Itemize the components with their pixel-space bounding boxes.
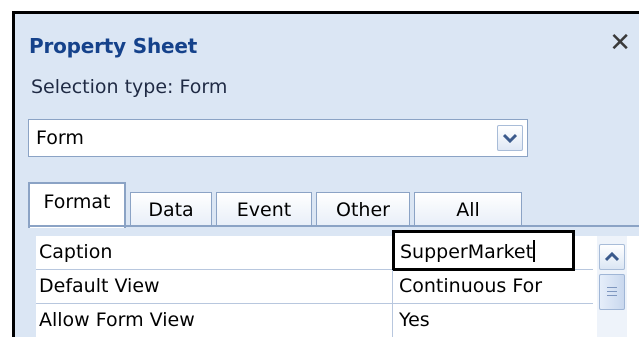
scroll-up-arrow-icon[interactable] — [599, 244, 625, 270]
tab-all-label: All — [456, 199, 480, 221]
tab-data[interactable]: Data — [130, 192, 212, 227]
object-selector-value: Form — [36, 127, 84, 149]
property-tabs: Format Data Event Other All — [28, 180, 639, 230]
tab-format-label: Format — [43, 191, 111, 213]
tab-event-label: Event — [236, 199, 292, 221]
property-value[interactable]: Continuous For — [393, 270, 593, 303]
caption-value-input[interactable]: SupperMarket — [392, 230, 575, 271]
vertical-scrollbar[interactable] — [597, 236, 627, 337]
object-selector-combo[interactable]: Form — [28, 119, 528, 157]
close-icon[interactable]: ✕ — [609, 30, 631, 56]
property-name: Allow Form View — [36, 304, 393, 337]
property-name: Caption — [36, 236, 393, 269]
pane-title: Property Sheet — [29, 34, 198, 58]
property-row-default-view[interactable]: Default View Continuous For — [36, 270, 593, 304]
property-value[interactable]: Yes — [393, 304, 593, 337]
property-sheet-pane: Property Sheet ✕ Selection type: Form Fo… — [12, 11, 639, 337]
text-cursor — [533, 240, 536, 262]
property-row-caption[interactable]: Caption SupperMarket — [36, 230, 593, 271]
property-row-allow-form-view[interactable]: Allow Form View Yes — [36, 304, 593, 337]
scrollbar-thumb[interactable] — [599, 274, 625, 310]
selection-type-label: Selection type: Form — [31, 76, 228, 98]
caption-value-text: SupperMarket — [400, 241, 534, 263]
grip-line — [607, 295, 617, 296]
tab-all[interactable]: All — [414, 192, 522, 227]
tab-format[interactable]: Format — [28, 182, 126, 228]
grip-line — [607, 291, 617, 292]
tab-other[interactable]: Other — [316, 192, 410, 227]
tab-other-label: Other — [336, 199, 390, 221]
grip-line — [607, 287, 617, 288]
property-name: Default View — [36, 270, 393, 303]
chevron-down-icon[interactable] — [497, 125, 523, 151]
property-grid: Caption SupperMarket Default View Contin… — [36, 230, 639, 337]
tab-event[interactable]: Event — [216, 192, 312, 227]
tab-data-label: Data — [148, 199, 194, 221]
tab-divider — [28, 225, 639, 227]
